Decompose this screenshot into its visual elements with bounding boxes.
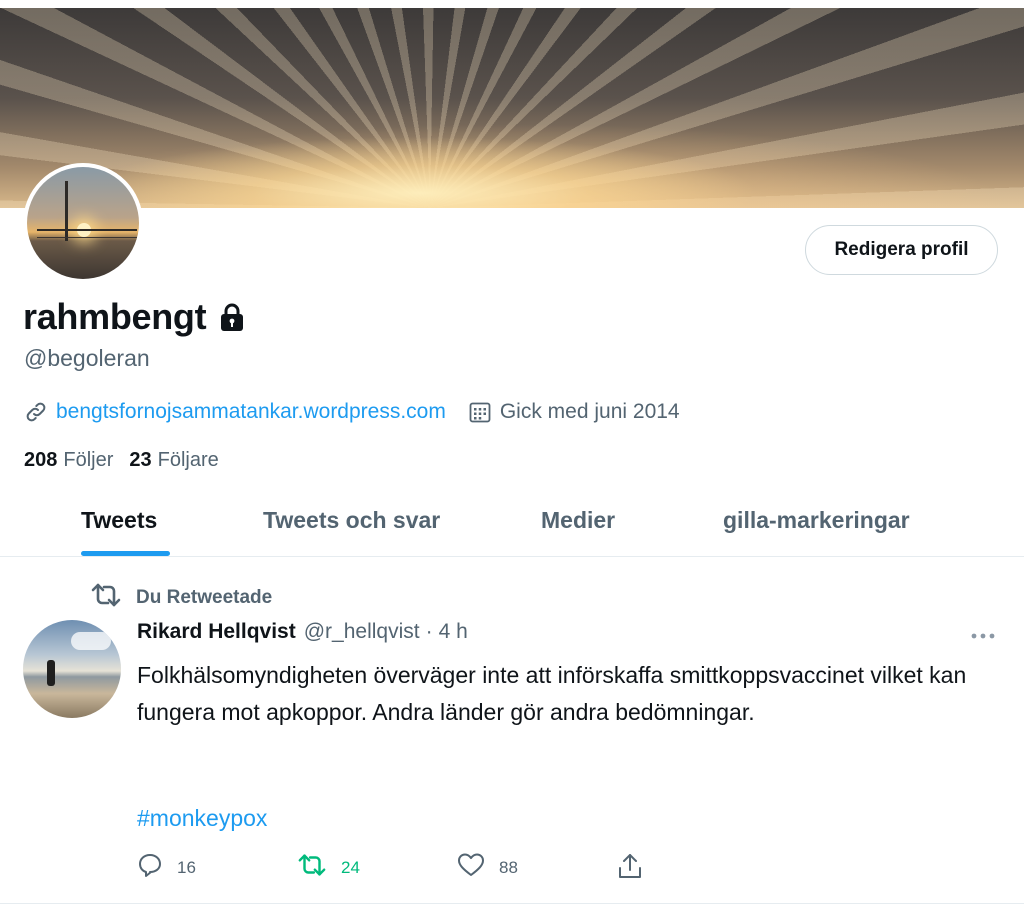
joined-date: Gick med juni 2014 bbox=[499, 400, 680, 423]
following-label: Följer bbox=[63, 449, 114, 471]
profile-handle: @begoleran bbox=[24, 345, 150, 371]
retweet-count: 24 bbox=[341, 857, 360, 877]
more-icon[interactable] bbox=[970, 627, 996, 645]
follow-stats: 208 Följer 23 Följare bbox=[24, 449, 235, 472]
website-link[interactable]: bengtsfornojsammatankar.wordpress.com bbox=[56, 400, 446, 424]
profile-name-row: rahmbengt bbox=[23, 296, 246, 338]
following-link[interactable]: 208 Följer bbox=[24, 449, 113, 472]
reply-count: 16 bbox=[177, 857, 196, 877]
tweet-separator: · bbox=[425, 620, 433, 643]
like-count: 88 bbox=[499, 857, 518, 877]
tab-tweets-and-replies[interactable]: Tweets och svar bbox=[263, 507, 440, 534]
retweet-button[interactable]: 24 bbox=[297, 852, 360, 883]
profile-meta: bengtsfornojsammatankar.wordpress.com Gi… bbox=[24, 400, 680, 424]
divider bbox=[0, 903, 1024, 904]
calendar-icon bbox=[468, 400, 492, 424]
tab-likes[interactable]: gilla-markeringar bbox=[723, 507, 910, 534]
reply-button[interactable]: 16 bbox=[137, 852, 196, 883]
tweet-hashtag[interactable]: #monkeypox bbox=[137, 805, 267, 832]
retweet-context-label: Du Retweetade bbox=[136, 587, 273, 608]
reply-icon bbox=[137, 852, 177, 883]
avatar-wire bbox=[37, 229, 137, 231]
profile-tabs: Tweets Tweets och svar Medier gilla-mark… bbox=[0, 495, 1024, 557]
tweet-time[interactable]: 4 h bbox=[439, 620, 468, 644]
top-strip bbox=[0, 0, 1024, 8]
tab-tweets[interactable]: Tweets bbox=[81, 507, 157, 534]
edit-profile-button[interactable]: Redigera profil bbox=[805, 225, 998, 275]
tab-media[interactable]: Medier bbox=[541, 507, 615, 534]
lock-icon bbox=[218, 302, 246, 337]
followers-label: Följare bbox=[157, 449, 219, 471]
profile-banner[interactable] bbox=[0, 8, 1024, 208]
tweet-header: Rikard Hellqvist @r_hellqvist · 4 h bbox=[137, 620, 468, 644]
retweet-icon bbox=[90, 582, 136, 614]
followers-link[interactable]: 23 Följare bbox=[129, 449, 218, 472]
avatar-cloud bbox=[71, 632, 111, 650]
link-icon bbox=[24, 400, 48, 424]
like-icon bbox=[457, 852, 499, 883]
tweet-text: Folkhälsomyndigheten överväger inte att … bbox=[137, 662, 967, 725]
avatar-image bbox=[27, 167, 139, 279]
followers-count: 23 bbox=[129, 449, 152, 471]
retweet-context: Du Retweetade bbox=[90, 582, 272, 614]
avatar-wire bbox=[37, 237, 137, 238]
retweet-icon bbox=[297, 852, 341, 883]
share-icon bbox=[617, 852, 657, 885]
tweet-author-handle[interactable]: @r_hellqvist bbox=[304, 620, 420, 644]
avatar-person bbox=[47, 660, 55, 686]
like-button[interactable]: 88 bbox=[457, 852, 518, 883]
share-button[interactable] bbox=[617, 852, 657, 885]
tweet-author-avatar[interactable] bbox=[23, 620, 121, 718]
following-count: 208 bbox=[24, 449, 58, 471]
avatar-pole bbox=[65, 181, 68, 241]
profile-avatar[interactable] bbox=[23, 163, 143, 283]
tweet-actions: 16 24 88 bbox=[137, 852, 657, 882]
display-name: rahmbengt bbox=[23, 296, 207, 337]
tweet-author-name[interactable]: Rikard Hellqvist bbox=[137, 620, 296, 644]
active-tab-indicator bbox=[81, 551, 170, 556]
